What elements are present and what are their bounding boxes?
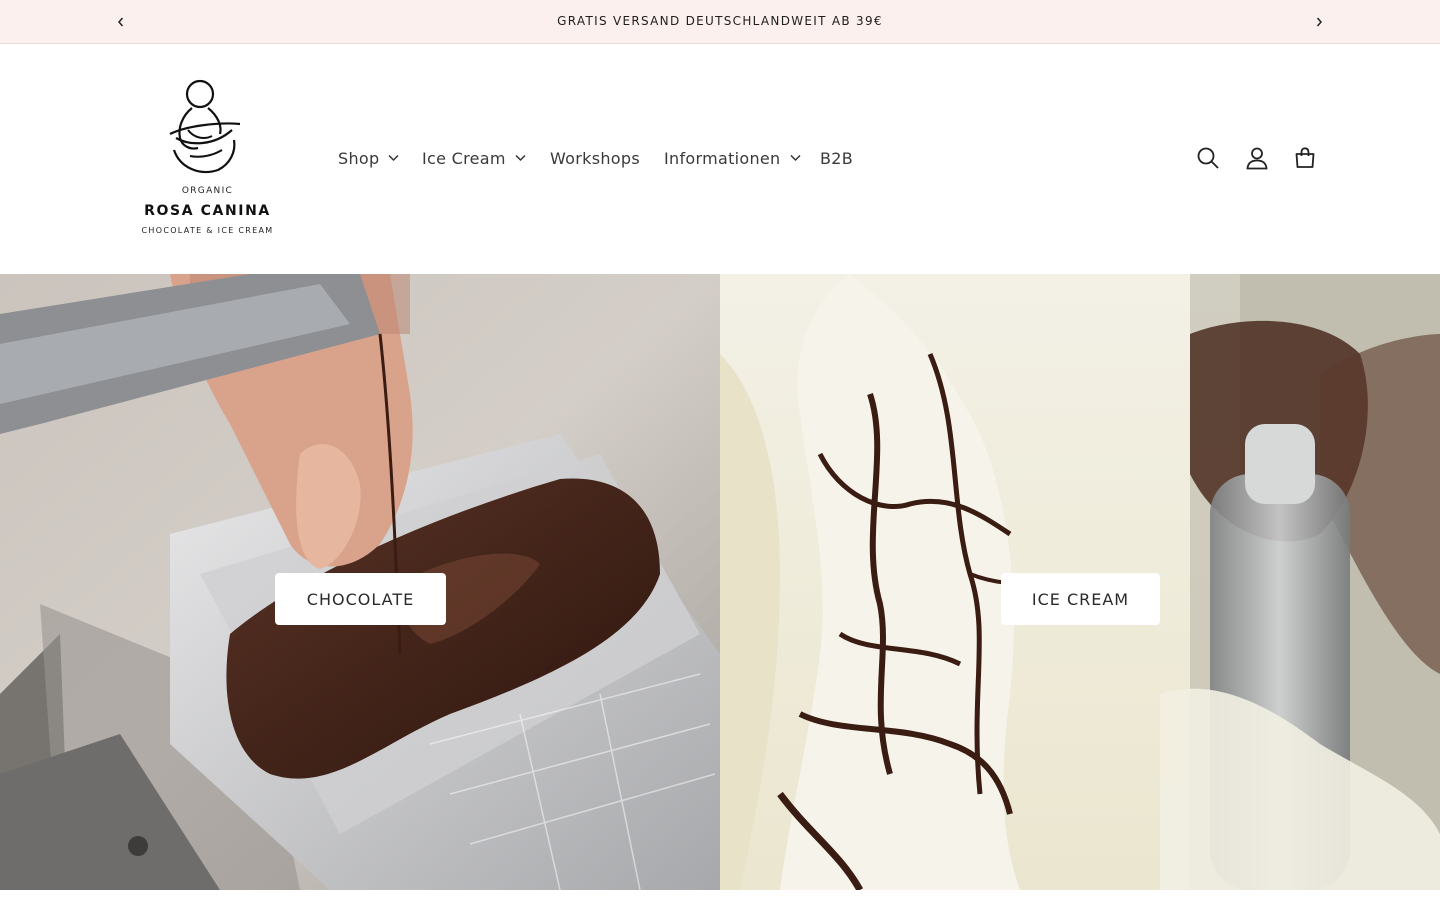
chocolate-collection-image[interactable]: CHOCOLATE (0, 274, 720, 890)
nav-item-informationen[interactable]: Informationen (664, 142, 820, 174)
nav-item-workshops[interactable]: Workshops (550, 142, 664, 174)
search-button[interactable] (1191, 141, 1225, 175)
main-nav: Shop Ice Cream Workshops Informationen B… (338, 142, 853, 174)
nav-item-label: Workshops (550, 148, 640, 168)
hero-collections: CHOCOLATE ICE CREAM (0, 274, 1440, 890)
search-icon (1197, 147, 1219, 169)
ice-cream-collection-image[interactable]: ICE CREAM (720, 274, 1440, 890)
site-header: ORGANIC ROSA CANINA CHOCOLATE & ICE CREA… (0, 44, 1440, 274)
nav-item-label: Ice Cream (422, 148, 506, 168)
chocolate-button[interactable]: CHOCOLATE (275, 573, 446, 625)
cart-icon (1295, 147, 1315, 168)
logo-figure-icon (169, 79, 241, 174)
chevron-right-icon (1316, 17, 1322, 27)
announcement-bar: GRATIS VERSAND DEUTSCHLANDWEIT AB 39€ (0, 0, 1440, 44)
chevron-down-icon (388, 154, 399, 162)
cart-button[interactable] (1288, 141, 1322, 175)
chevron-down-icon (515, 154, 526, 162)
nav-item-label: Informationen (664, 148, 781, 168)
account-icon (1246, 147, 1268, 170)
announcement-next-button[interactable] (1308, 11, 1330, 33)
brand-logo[interactable]: ORGANIC ROSA CANINA CHOCOLATE & ICE CREA… (130, 72, 285, 244)
account-button[interactable] (1240, 141, 1274, 175)
nav-item-label: Shop (338, 148, 380, 168)
nav-item-label: B2B (820, 148, 854, 168)
nav-item-shop[interactable]: Shop (338, 142, 422, 174)
announcement-text: GRATIS VERSAND DEUTSCHLANDWEIT AB 39€ (557, 14, 883, 28)
logo-brand-name: ROSA CANINA (144, 203, 271, 219)
logo-subtitle: CHOCOLATE & ICE CREAM (141, 226, 274, 235)
logo-organic-text: ORGANIC (181, 186, 234, 196)
nav-item-ice-cream[interactable]: Ice Cream (422, 142, 550, 174)
nav-item-b2b[interactable]: B2B (820, 142, 853, 174)
ice-cream-button[interactable]: ICE CREAM (1001, 573, 1160, 625)
chevron-down-icon (789, 154, 801, 162)
